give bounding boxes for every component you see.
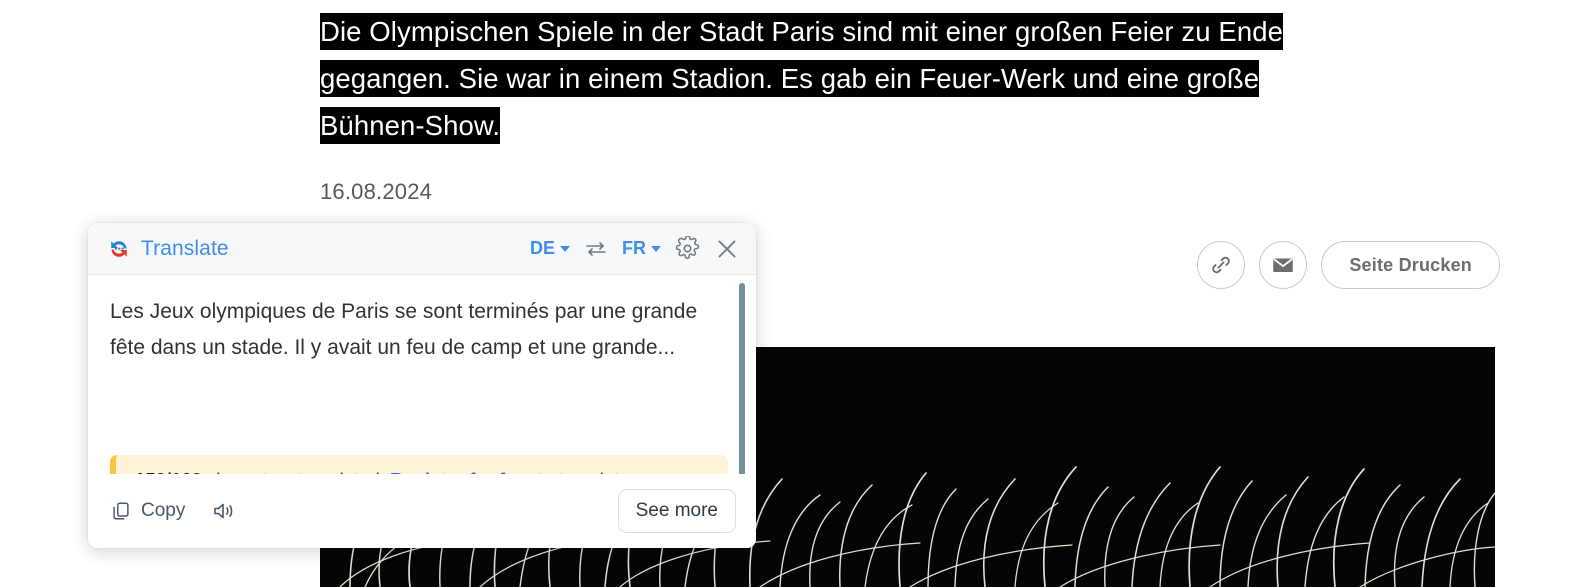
popup-header-tools: DE FR — [530, 236, 740, 262]
notice-text: 150/163 characters translated. Register … — [135, 466, 688, 474]
close-button[interactable] — [714, 236, 740, 262]
scrollbar-thumb[interactable] — [739, 283, 745, 474]
target-language-label: FR — [622, 238, 646, 258]
link-icon — [1212, 256, 1231, 274]
notice-text-before-link: characters translated. — [202, 469, 390, 474]
see-more-button[interactable]: See more — [617, 489, 736, 533]
translated-text: Les Jeux olympiques de Paris se sont ter… — [110, 300, 698, 359]
close-icon — [718, 239, 736, 258]
translate-logo-icon — [111, 240, 127, 257]
swap-languages-icon — [586, 241, 606, 256]
page-root: Die Olympischen Spiele in der Stadt Pari… — [0, 0, 1586, 587]
article-actions: Seite Drucken — [1197, 241, 1500, 289]
print-page-button[interactable]: Seite Drucken — [1321, 241, 1500, 289]
share-mail-button[interactable] — [1259, 241, 1308, 289]
mail-icon — [1273, 258, 1294, 273]
gear-icon — [675, 236, 700, 259]
translation-scrollbar[interactable] — [739, 283, 745, 474]
character-limit-notice: 150/163 characters translated. Register … — [110, 455, 728, 474]
speak-button[interactable] — [211, 499, 237, 523]
translate-brand[interactable]: Translate — [106, 236, 229, 262]
target-language-selector[interactable]: FR — [622, 238, 661, 259]
popup-footer: Copy See more — [88, 474, 756, 548]
character-count: 150/163 — [135, 469, 202, 474]
popup-header: Translate DE FR — [88, 223, 756, 275]
swap-languages-button[interactable] — [584, 239, 608, 259]
source-language-selector[interactable]: DE — [530, 238, 570, 259]
chevron-down-icon — [651, 245, 661, 252]
share-link-button[interactable] — [1197, 241, 1246, 289]
copy-icon — [113, 502, 129, 520]
speaker-icon — [214, 503, 233, 519]
copy-label: Copy — [141, 500, 186, 521]
heading-line-3: Bühnen-Show. — [320, 107, 501, 144]
brand-label: Translate — [141, 236, 229, 260]
copy-button[interactable]: Copy — [110, 500, 185, 522]
register-for-free-link[interactable]: Register for free — [390, 469, 533, 474]
source-language-label: DE — [529, 238, 555, 258]
popup-body: Les Jeux olympiques de Paris se sont ter… — [88, 275, 756, 474]
article-date: 16.08.2024 — [320, 179, 433, 204]
translate-popup: Translate DE FR Les Jeux olympiques de P… — [88, 223, 756, 548]
page-title: Die Olympischen Spiele in der Stadt Pari… — [320, 8, 1430, 149]
chevron-down-icon — [560, 245, 570, 252]
heading-line-1: Die Olympischen Spiele in der Stadt Pari… — [320, 13, 1284, 50]
settings-button[interactable] — [675, 236, 700, 261]
heading-line-2: gegangen. Sie war in einem Stadion. Es g… — [320, 60, 1260, 97]
